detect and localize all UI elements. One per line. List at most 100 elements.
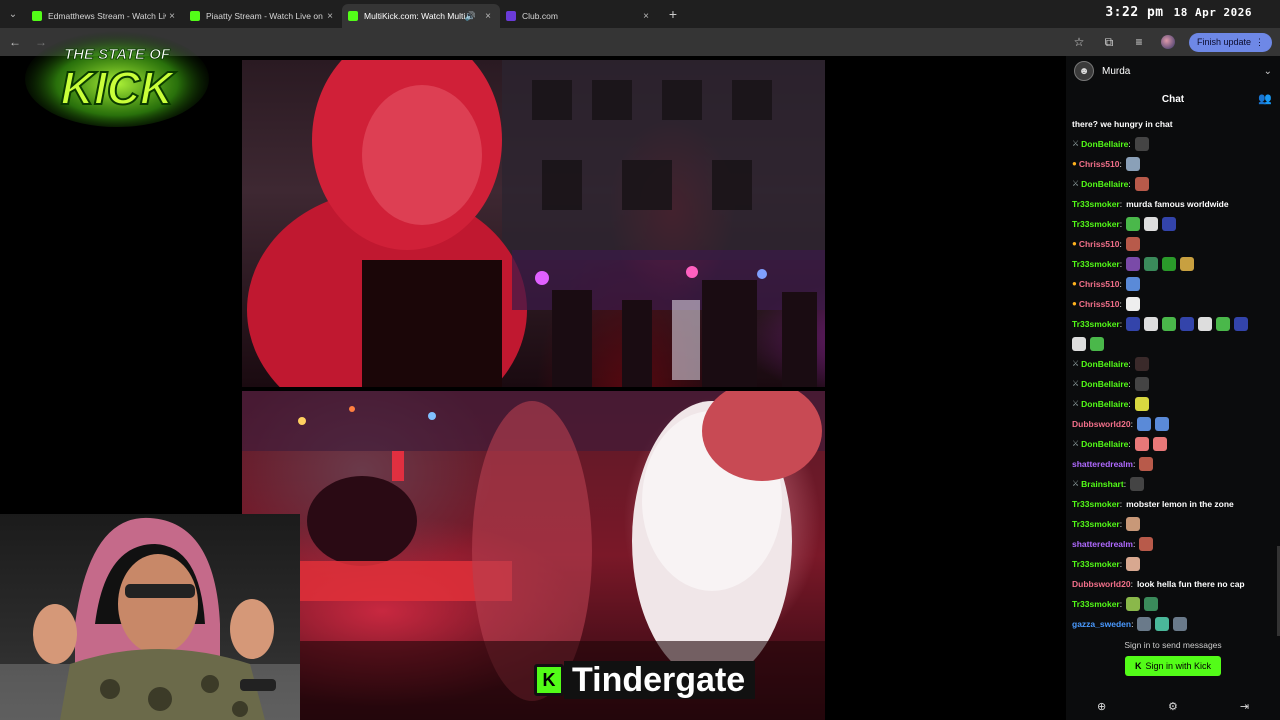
- chat-channel-header[interactable]: ☻ Murda ⌄: [1066, 56, 1280, 86]
- chat-separator: :: [1119, 259, 1123, 269]
- finish-update-button[interactable]: Finish update ⋮: [1188, 32, 1272, 52]
- emote-icon: [1198, 317, 1213, 331]
- chat-message: Tr33smoker:: [1072, 514, 1274, 534]
- users-icon[interactable]: 👥: [1258, 92, 1272, 105]
- chat-message: ⚔ DonBellaire:: [1072, 394, 1274, 414]
- chat-username[interactable]: Tr33smoker: [1072, 594, 1120, 614]
- chat-username[interactable]: Brainshart: [1081, 474, 1124, 494]
- add-user-icon[interactable]: ⊕: [1097, 700, 1106, 713]
- close-icon[interactable]: ×: [640, 11, 652, 22]
- close-icon[interactable]: ×: [166, 11, 178, 22]
- chat-separator: :: [1119, 159, 1122, 169]
- emote-icon: [1144, 317, 1159, 331]
- emote-icon: [1134, 177, 1149, 191]
- bookmark-star-icon[interactable]: ☆: [1071, 35, 1087, 49]
- chat-username[interactable]: Chriss510: [1079, 294, 1120, 314]
- chat-username[interactable]: Tr33smoker: [1072, 254, 1120, 274]
- chat-message: Tr33smoker:: [1072, 254, 1274, 274]
- chat-signin-area: Sign in to send messages K Sign in with …: [1066, 640, 1280, 676]
- emote-icon: [1136, 417, 1151, 431]
- moderator-badge-icon: ⚔: [1072, 379, 1080, 388]
- popout-icon[interactable]: ⇥: [1240, 700, 1249, 713]
- stream-video-top[interactable]: [242, 60, 825, 387]
- emote-icon: [1137, 617, 1152, 631]
- tab-title: Club.com: [522, 11, 558, 21]
- chat-username[interactable]: DonBellaire: [1081, 394, 1128, 414]
- chat-message: there? we hungry in chat: [1072, 114, 1274, 134]
- extensions-icon[interactable]: ⧉: [1101, 35, 1117, 50]
- chat-username[interactable]: gazza_sweden: [1072, 614, 1131, 634]
- channel-name: Murda: [1102, 65, 1131, 77]
- tab-title: Edmatthews Stream - Watch Live: [48, 11, 166, 21]
- chat-message: ⚔ Brainshart:: [1072, 474, 1274, 494]
- chat-text: look hella fun there no cap: [1136, 579, 1245, 589]
- chat-message: Tr33smoker:: [1072, 554, 1274, 574]
- chat-message: Tr33smoker:: [1072, 594, 1274, 614]
- chat-username[interactable]: shatteredrealm: [1072, 454, 1133, 474]
- chat-separator: :: [1119, 279, 1122, 289]
- chat-username[interactable]: Dubbsworld20: [1072, 574, 1131, 594]
- reading-list-icon[interactable]: ≡: [1131, 35, 1147, 49]
- emote-icon: [1162, 257, 1177, 271]
- chat-message: Tr33smoker: mobster lemon in the zone: [1072, 494, 1274, 514]
- finish-update-label: Finish update: [1196, 37, 1251, 47]
- kick-logo-icon: K: [534, 664, 564, 696]
- profile-avatar[interactable]: [1160, 35, 1175, 49]
- chat-message: ⚔ DonBellaire:: [1072, 174, 1274, 194]
- chat-username[interactable]: Tr33smoker: [1072, 314, 1120, 334]
- chat-text: mobster lemon in the zone: [1126, 499, 1234, 509]
- chat-username[interactable]: shatteredrealm: [1072, 534, 1133, 554]
- chat-username[interactable]: Tr33smoker: [1072, 514, 1120, 534]
- emote-icon: [1072, 337, 1086, 351]
- chat-username[interactable]: DonBellaire: [1081, 374, 1128, 394]
- chat-username[interactable]: Tr33smoker: [1072, 194, 1120, 214]
- moderator-badge-icon: ⚔: [1072, 399, 1080, 408]
- gift-badge-icon: ●: [1072, 159, 1077, 168]
- chevron-down-icon[interactable]: ⌄: [1264, 66, 1272, 77]
- chat-message: ● Chriss510:: [1072, 154, 1274, 174]
- chat-separator: :: [1119, 559, 1123, 569]
- chat-username[interactable]: DonBellaire: [1081, 434, 1128, 454]
- chat-separator: :: [1131, 619, 1134, 629]
- chat-username[interactable]: Dubbsworld20: [1072, 414, 1131, 434]
- chat-separator: :: [1119, 239, 1122, 249]
- multikick-favicon-icon: [348, 11, 358, 21]
- gear-icon[interactable]: ⚙: [1168, 700, 1178, 713]
- speaker-icon[interactable]: 🔊: [465, 11, 476, 22]
- moderator-badge-icon: ⚔: [1072, 479, 1080, 488]
- address-bar[interactable]: [200, 31, 1100, 53]
- streamer-webcam: [0, 514, 300, 720]
- chat-username[interactable]: Chriss510: [1079, 154, 1120, 174]
- chat-separator: :: [1130, 419, 1133, 429]
- chat-separator: :: [1130, 579, 1133, 589]
- emote-icon: [1180, 317, 1195, 331]
- kick-favicon-icon: [190, 11, 200, 21]
- chat-footer: ⊕ ⚙ ⇥: [1066, 692, 1280, 720]
- chat-username[interactable]: Tr33smoker: [1072, 554, 1120, 574]
- chat-username[interactable]: DonBellaire: [1081, 174, 1128, 194]
- chat-username[interactable]: Tr33smoker: [1072, 214, 1120, 234]
- logo-subtitle: THE STATE OF: [64, 46, 171, 63]
- chat-message: Tr33smoker: murda famous worldwide: [1072, 194, 1274, 214]
- signin-with-kick-button[interactable]: K Sign in with Kick: [1124, 656, 1222, 676]
- browser-tab[interactable]: MultiKick.com: Watch Multiple🔊 ×: [342, 4, 500, 28]
- logo-title: KICK: [61, 62, 176, 114]
- chat-username[interactable]: DonBellaire: [1081, 354, 1128, 374]
- chat-username[interactable]: Tr33smoker: [1072, 494, 1120, 514]
- chat-message: ⚔ DonBellaire:: [1072, 134, 1274, 154]
- chat-separator: :: [1119, 599, 1123, 609]
- banner-title: Tindergate: [564, 661, 756, 699]
- chat-username[interactable]: Chriss510: [1079, 234, 1120, 254]
- chat-username[interactable]: DonBellaire: [1081, 134, 1128, 154]
- chat-messages: there? we hungry in chat ⚔ DonBellaire: ● Ch…: [1066, 114, 1280, 634]
- browser-tab[interactable]: Club.com ×: [500, 4, 658, 28]
- state-of-kick-logo: THE STATE OF KICK: [25, 31, 209, 127]
- chat-separator: :: [1128, 379, 1131, 389]
- emote-icon: [1173, 617, 1188, 631]
- close-icon[interactable]: ×: [324, 11, 336, 22]
- chat-separator: :: [1119, 319, 1123, 329]
- emote-icon: [1134, 437, 1149, 451]
- chat-username[interactable]: Chriss510: [1079, 274, 1120, 294]
- new-tab-button[interactable]: +: [662, 6, 684, 22]
- close-icon[interactable]: ×: [482, 11, 494, 22]
